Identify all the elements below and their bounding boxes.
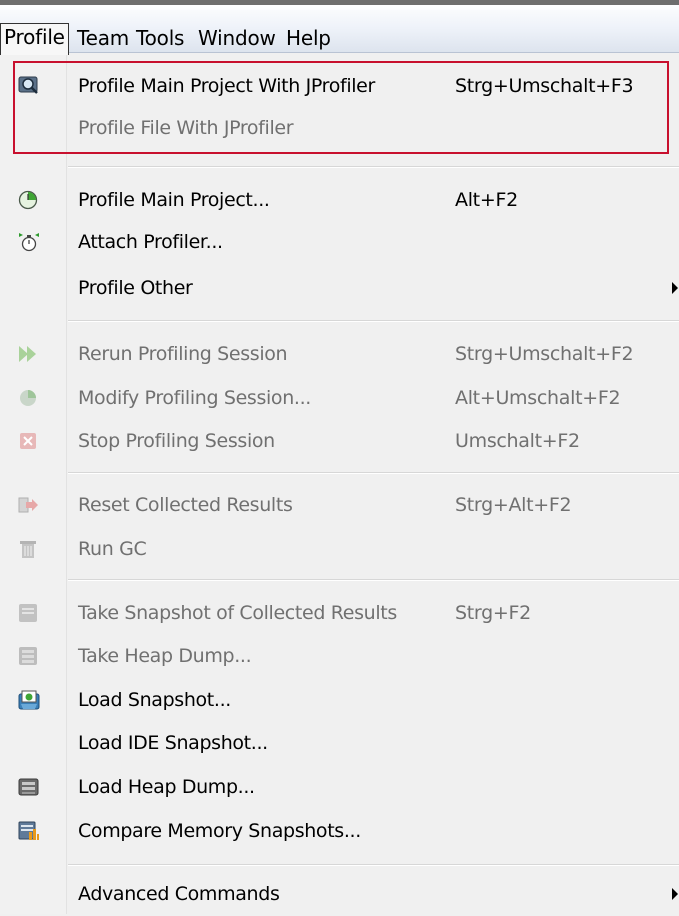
rerun-icon — [18, 344, 40, 364]
stop-icon — [18, 431, 40, 451]
menu-item-compare-memory-snapshots[interactable]: Compare Memory Snapshots... — [0, 809, 679, 853]
window-top-border — [0, 0, 679, 5]
attach-stopwatch-icon — [18, 232, 40, 252]
menu-bar: Profile Team Tools Window Help — [0, 0, 679, 55]
load-heap-dump-icon — [18, 777, 40, 797]
menu-item-label: Stop Profiling Session — [78, 430, 275, 452]
menu-item-take-snapshot[interactable]: Take Snapshot of Collected Results Strg+… — [0, 591, 679, 635]
profile-dropdown-menu: Profile Main Project With JProfiler Strg… — [0, 53, 679, 914]
menu-separator — [68, 472, 679, 474]
menu-profile[interactable]: Profile — [0, 23, 69, 55]
menu-item-label: Take Snapshot of Collected Results — [78, 602, 397, 624]
trash-icon — [18, 539, 40, 559]
reset-results-icon — [18, 495, 40, 515]
heap-dump-icon — [18, 646, 40, 666]
snapshot-icon — [18, 603, 40, 623]
submenu-arrow-icon — [672, 888, 678, 900]
menu-item-shortcut: Alt+Umschalt+F2 — [455, 387, 621, 409]
menu-item-shortcut: Umschalt+F2 — [455, 430, 580, 452]
menu-item-reset-collected-results[interactable]: Reset Collected Results Strg+Alt+F2 — [0, 483, 679, 527]
menu-item-run-gc[interactable]: Run GC — [0, 527, 679, 571]
menu-item-attach-profiler[interactable]: Attach Profiler... — [0, 220, 679, 264]
menu-item-label: Load IDE Snapshot... — [78, 732, 268, 754]
menu-item-shortcut: Strg+F2 — [455, 602, 531, 624]
highlight-box — [13, 61, 669, 154]
menu-separator — [68, 166, 679, 168]
menu-separator — [68, 320, 679, 322]
menu-item-label: Profile Main Project... — [78, 189, 270, 211]
menu-item-modify-profiling-session[interactable]: Modify Profiling Session... Alt+Umschalt… — [0, 376, 679, 420]
menu-item-label: Load Snapshot... — [78, 689, 231, 711]
menu-item-label: Load Heap Dump... — [78, 776, 255, 798]
menu-team[interactable]: Team — [77, 25, 129, 53]
menu-help[interactable]: Help — [286, 25, 331, 53]
menu-tools[interactable]: Tools — [136, 25, 184, 53]
menu-item-shortcut: Alt+F2 — [455, 189, 518, 211]
menu-item-shortcut: Strg+Umschalt+F2 — [455, 343, 634, 365]
menu-item-rerun-profiling-session[interactable]: Rerun Profiling Session Strg+Umschalt+F2 — [0, 332, 679, 376]
menu-item-shortcut: Strg+Alt+F2 — [455, 494, 572, 516]
menu-item-label: Modify Profiling Session... — [78, 387, 311, 409]
compare-snapshots-icon — [18, 821, 40, 841]
menu-item-label: Reset Collected Results — [78, 494, 293, 516]
menu-item-label: Take Heap Dump... — [78, 645, 252, 667]
menu-item-load-ide-snapshot[interactable]: Load IDE Snapshot... — [0, 721, 679, 765]
menu-item-stop-profiling-session[interactable]: Stop Profiling Session Umschalt+F2 — [0, 419, 679, 463]
menu-item-profile-other[interactable]: Profile Other — [0, 266, 679, 310]
menu-item-advanced-commands[interactable]: Advanced Commands — [0, 872, 679, 916]
menu-item-take-heap-dump[interactable]: Take Heap Dump... — [0, 634, 679, 678]
menu-item-label: Attach Profiler... — [78, 231, 223, 253]
menu-separator — [68, 579, 679, 581]
profile-clock-icon — [18, 190, 40, 210]
modify-session-icon — [18, 388, 40, 408]
submenu-arrow-icon — [672, 282, 678, 294]
menu-item-label: Advanced Commands — [78, 883, 280, 905]
menu-separator — [68, 864, 679, 866]
load-snapshot-icon — [18, 690, 40, 710]
menu-item-load-snapshot[interactable]: Load Snapshot... — [0, 678, 679, 722]
menu-window[interactable]: Window — [198, 25, 276, 53]
menu-item-label: Profile Other — [78, 277, 193, 299]
menu-item-load-heap-dump[interactable]: Load Heap Dump... — [0, 765, 679, 809]
menu-item-label: Compare Memory Snapshots... — [78, 820, 361, 842]
menu-item-profile-main-project[interactable]: Profile Main Project... Alt+F2 — [0, 178, 679, 222]
menu-item-label: Rerun Profiling Session — [78, 343, 288, 365]
menu-item-label: Run GC — [78, 538, 147, 560]
